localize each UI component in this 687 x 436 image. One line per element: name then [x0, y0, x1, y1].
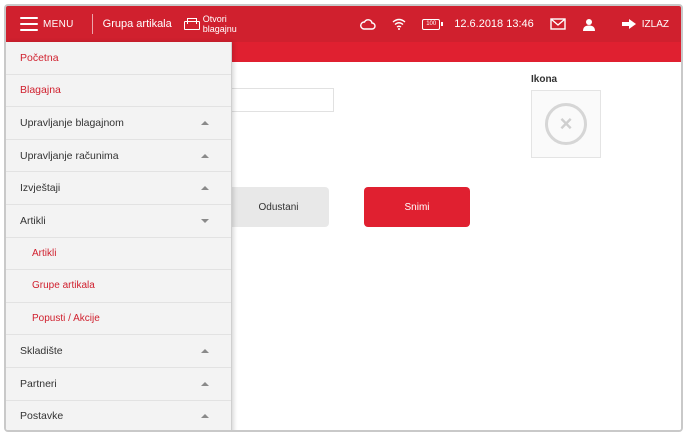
- cash-register-icon: [183, 18, 200, 30]
- sidebar-menu: Početna Blagajna Upravljanje blagajnom U…: [6, 42, 232, 430]
- chevron-up-icon: [201, 349, 209, 354]
- chevron-up-icon: [201, 186, 209, 191]
- logout-label: IZLAZ: [641, 18, 669, 30]
- sidebar-item-pocetna[interactable]: Početna: [6, 42, 231, 75]
- hamburger-icon: [20, 17, 38, 31]
- open-register-button[interactable]: Otvori blagajnu: [183, 14, 251, 34]
- sidebar-item-label: Blagajna: [20, 84, 61, 97]
- menu-label: MENU: [43, 18, 74, 30]
- chevron-up-icon: [201, 414, 209, 419]
- logout-button[interactable]: IZLAZ: [621, 18, 669, 30]
- cloud-icon: [360, 18, 376, 30]
- sidebar-item-label: Izvještaji: [20, 182, 61, 195]
- icon-picker[interactable]: ×: [531, 90, 601, 158]
- sidebar-subitem-artikli[interactable]: Artikli: [6, 237, 231, 271]
- sidebar-subitem-popusti-akcije[interactable]: Popusti / Akcije: [6, 302, 231, 336]
- sidebar-item-label: Artikli: [20, 214, 46, 227]
- sidebar-item-label: Skladište: [20, 345, 63, 358]
- sidebar-item-upravljanje-blagajnom[interactable]: Upravljanje blagajnom: [6, 107, 231, 140]
- app-window: MENU Grupa artikala Otvori blagajnu 100 …: [4, 4, 683, 432]
- battery-level: 100: [422, 18, 444, 30]
- user-icon[interactable]: [582, 18, 596, 31]
- menu-button[interactable]: MENU: [14, 12, 80, 36]
- divider: [91, 14, 93, 34]
- top-bar: MENU Grupa artikala Otvori blagajnu 100 …: [6, 6, 681, 42]
- sidebar-item-izvjestaji[interactable]: Izvještaji: [6, 172, 231, 205]
- chevron-up-icon: [201, 153, 209, 158]
- open-register-label: Otvori blagajnu: [202, 14, 237, 34]
- sidebar-item-artikli[interactable]: Artikli: [6, 205, 231, 238]
- datetime: 12.6.2018 13:46: [454, 18, 534, 30]
- sidebar-item-label: Partneri: [20, 377, 57, 390]
- chevron-up-icon: [201, 120, 209, 125]
- sidebar-item-postavke[interactable]: Postavke: [6, 401, 231, 430]
- save-button[interactable]: Snimi: [364, 187, 470, 227]
- battery-icon: 100: [422, 18, 444, 30]
- sidebar-item-upravljanje-racunima[interactable]: Upravljanje računima: [6, 140, 231, 173]
- sidebar-item-label: Grupe artikala: [32, 280, 95, 292]
- sidebar-item-label: Popusti / Akcije: [32, 313, 100, 325]
- chevron-down-icon: [201, 218, 209, 223]
- sidebar-item-label: Početna: [20, 51, 59, 64]
- chevron-up-icon: [201, 381, 209, 386]
- sidebar-subitem-grupe-artikala[interactable]: Grupe artikala: [6, 270, 231, 303]
- sidebar-item-partneri[interactable]: Partneri: [6, 368, 231, 401]
- cancel-button[interactable]: Odustani: [228, 187, 329, 227]
- wifi-icon: [392, 18, 406, 30]
- status-area: 100 12.6.2018 13:46 IZLAZ: [352, 6, 681, 42]
- close-circle-icon: ×: [545, 103, 587, 145]
- sidebar-item-label: Postavke: [20, 410, 64, 423]
- sidebar-item-label: Upravljanje računima: [20, 149, 119, 162]
- sidebar-item-blagajna[interactable]: Blagajna: [6, 75, 231, 108]
- sidebar-item-label: Artikli: [32, 247, 57, 259]
- page-title: Grupa artikala: [102, 18, 172, 30]
- mail-icon[interactable]: [550, 18, 566, 30]
- icon-label: Ikona: [531, 74, 558, 85]
- sidebar-item-skladiste[interactable]: Skladište: [6, 335, 231, 368]
- sidebar-item-label: Upravljanje blagajnom: [20, 116, 124, 129]
- arrow-right-icon: [621, 19, 636, 29]
